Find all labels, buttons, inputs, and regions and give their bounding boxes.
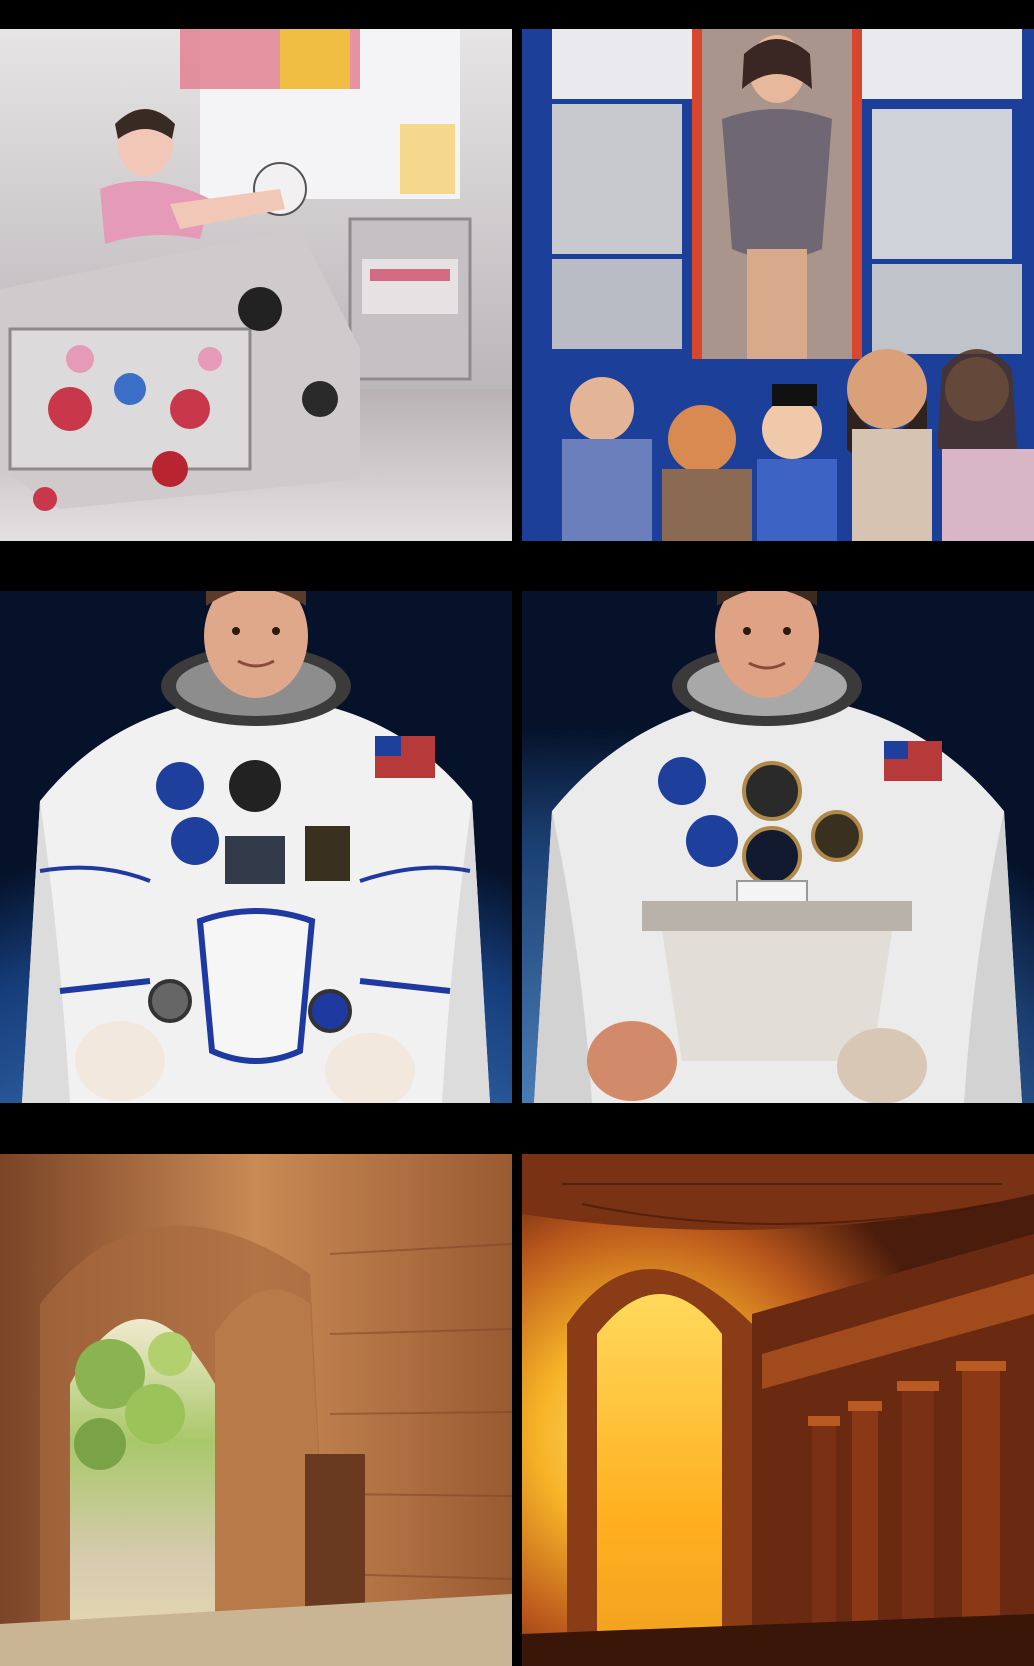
image-panel-bedroom bbox=[0, 29, 512, 541]
collage-illustration bbox=[522, 29, 1034, 541]
image-panel-collage bbox=[522, 29, 1034, 541]
image-panel-stone-arch bbox=[0, 1154, 512, 1666]
image-panel-golden-corridor bbox=[522, 1154, 1034, 1666]
image-panel-astronaut-1 bbox=[0, 591, 512, 1103]
image-panel-astronaut-2 bbox=[522, 591, 1034, 1103]
stone-arch-illustration bbox=[0, 1154, 512, 1666]
astronaut-illustration-2 bbox=[522, 591, 1034, 1103]
golden-corridor-illustration bbox=[522, 1154, 1034, 1666]
astronaut-illustration-1 bbox=[0, 591, 512, 1103]
bedroom-illustration bbox=[0, 29, 512, 541]
